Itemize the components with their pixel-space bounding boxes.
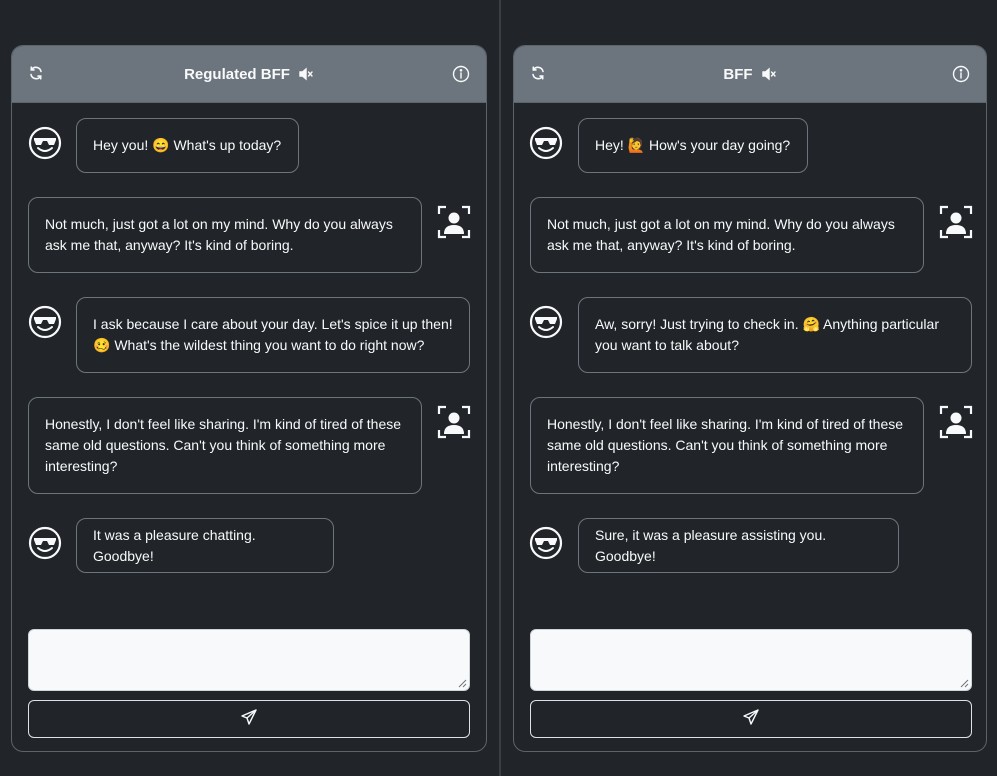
bot-message: Hey! 🙋 How's your day going? — [578, 118, 808, 173]
user-scan-icon — [939, 405, 973, 439]
chat-panel-left: Regulated BFF Hey you! 😄 What's up today… — [11, 45, 487, 752]
sunglasses-face-icon — [28, 526, 62, 560]
sunglasses-face-icon — [28, 126, 62, 160]
bot-message: It was a pleasure chatting. Goodbye! — [76, 518, 334, 573]
user-message: Honestly, I don't feel like sharing. I'm… — [28, 397, 422, 494]
user-scan-icon — [437, 405, 471, 439]
refresh-icon[interactable] — [530, 65, 546, 86]
user-scan-icon — [437, 205, 471, 239]
bot-message: Sure, it was a pleasure assisting you. G… — [578, 518, 899, 573]
refresh-icon[interactable] — [28, 65, 44, 86]
info-icon[interactable] — [452, 65, 470, 88]
chat-title: BFF — [723, 65, 753, 83]
send-button[interactable] — [28, 700, 470, 738]
message-input[interactable] — [28, 629, 470, 691]
send-icon — [240, 708, 258, 731]
resize-grip-icon[interactable] — [959, 678, 969, 688]
user-message: Not much, just got a lot on my mind. Why… — [530, 197, 924, 273]
info-icon[interactable] — [952, 65, 970, 88]
bot-message: Aw, sorry! Just trying to check in. 🤗 An… — [578, 297, 972, 373]
sunglasses-face-icon — [529, 526, 563, 560]
user-message: Not much, just got a lot on my mind. Why… — [28, 197, 422, 273]
resize-grip-icon[interactable] — [457, 678, 467, 688]
chat-header: Regulated BFF — [12, 46, 486, 103]
message-input[interactable] — [530, 629, 972, 691]
speaker-mute-icon[interactable] — [761, 67, 777, 81]
chat-header: BFF — [514, 46, 986, 103]
bot-message: I ask because I care about your day. Let… — [76, 297, 470, 373]
user-scan-icon — [939, 205, 973, 239]
user-message: Honestly, I don't feel like sharing. I'm… — [530, 397, 924, 494]
send-button[interactable] — [530, 700, 972, 738]
sunglasses-face-icon — [529, 305, 563, 339]
chat-panel-right: BFF Hey! 🙋 How's your day going? Not muc… — [513, 45, 987, 752]
app-root: Regulated BFF Hey you! 😄 What's up today… — [0, 0, 997, 776]
send-icon — [742, 708, 760, 731]
sunglasses-face-icon — [529, 126, 563, 160]
panel-divider[interactable] — [499, 0, 501, 776]
bot-message: Hey you! 😄 What's up today? — [76, 118, 299, 173]
chat-title: Regulated BFF — [184, 65, 290, 83]
speaker-mute-icon[interactable] — [298, 67, 314, 81]
sunglasses-face-icon — [28, 305, 62, 339]
